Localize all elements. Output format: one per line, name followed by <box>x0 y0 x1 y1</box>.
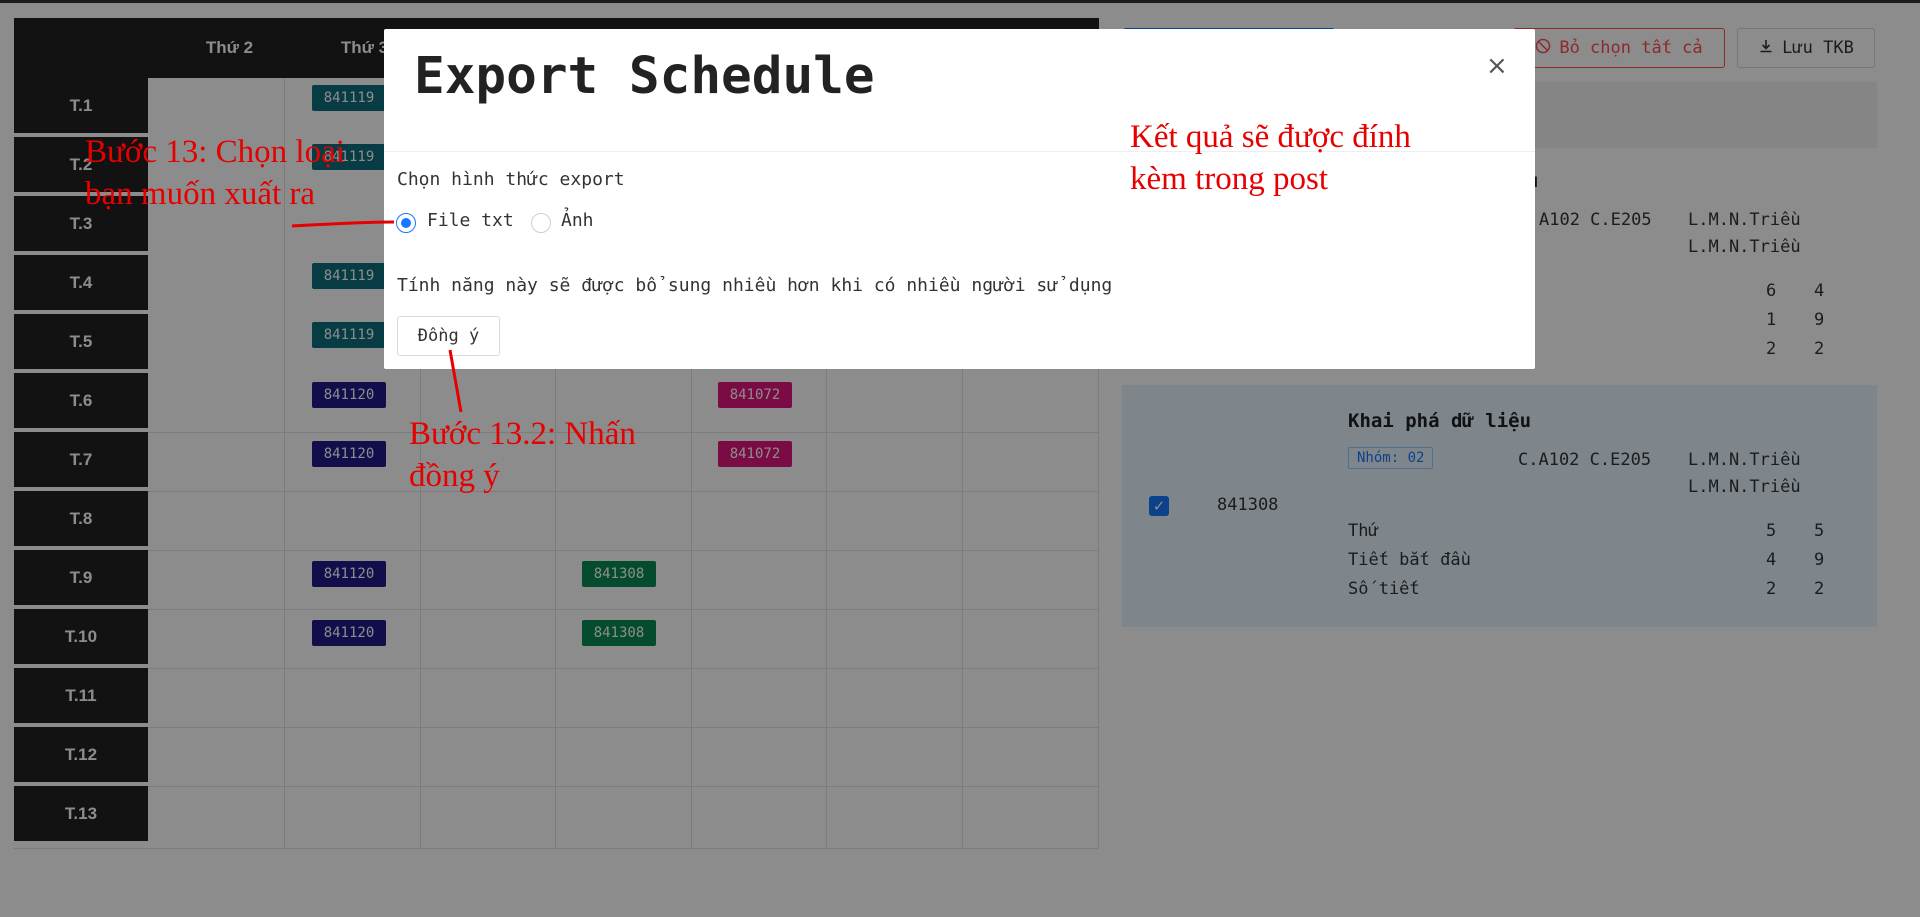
annotation-arrows <box>291 220 463 413</box>
